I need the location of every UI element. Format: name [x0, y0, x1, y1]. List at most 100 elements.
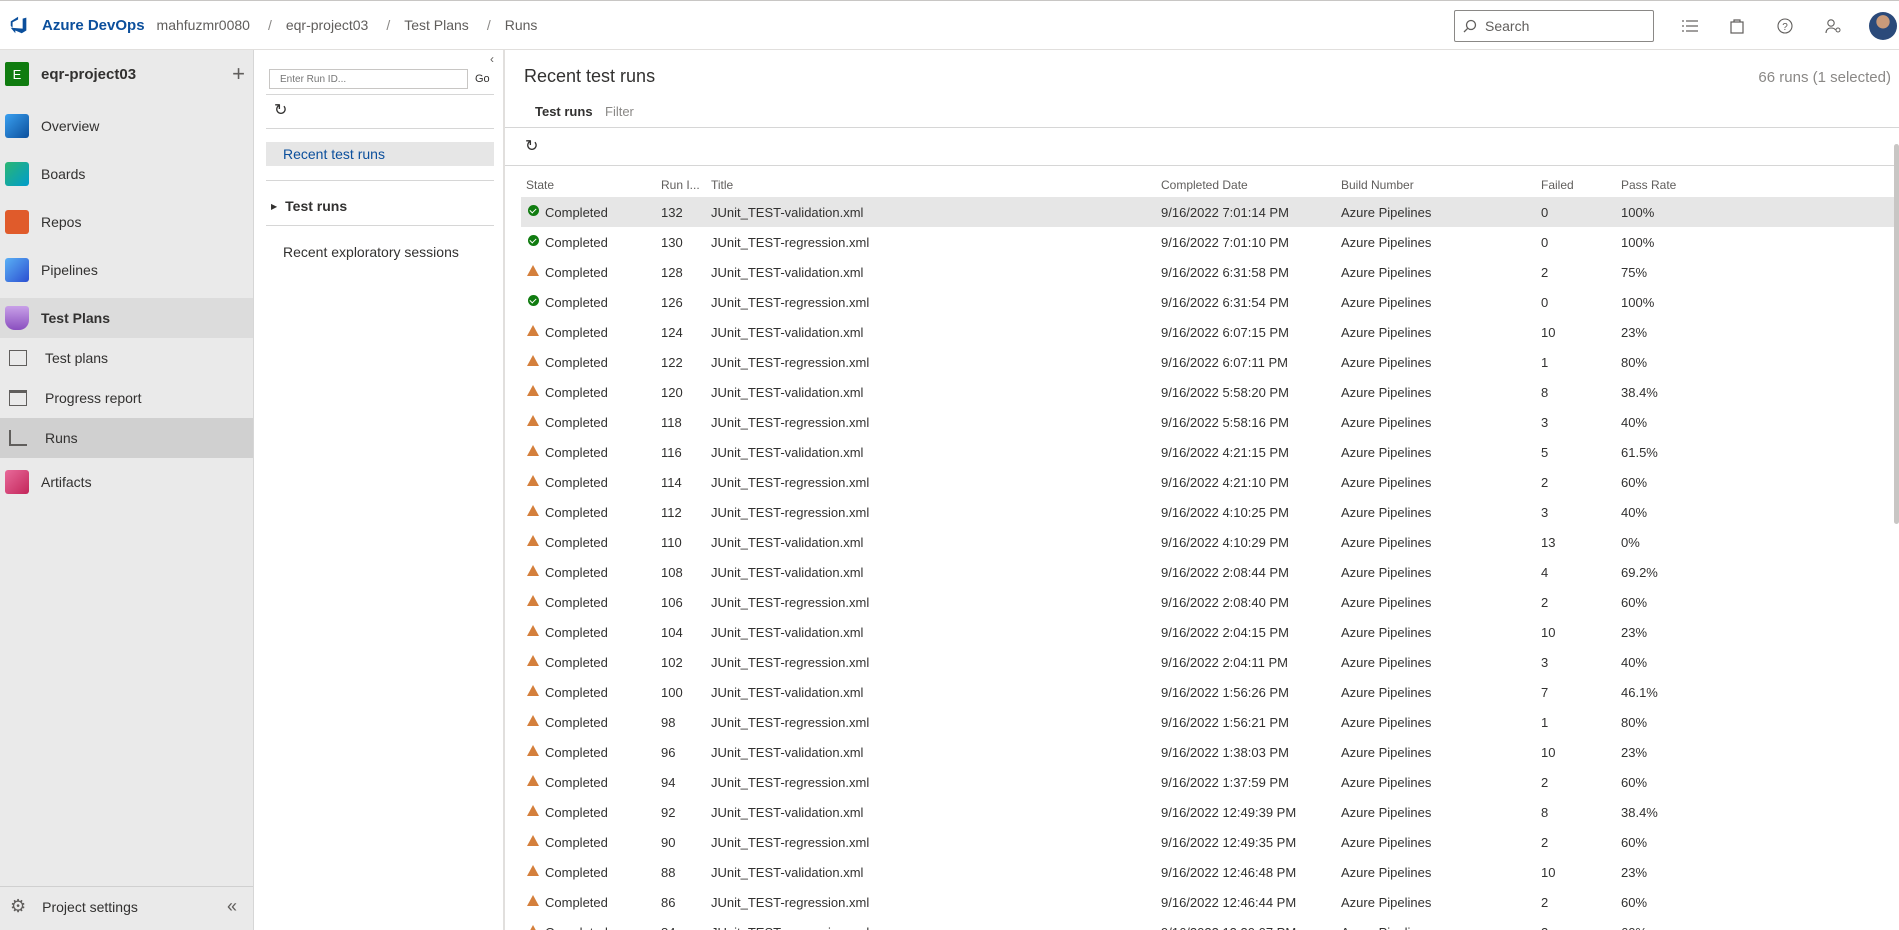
column-header-pass-rate[interactable]: Pass Rate [1621, 178, 1676, 192]
warning-triangle-icon [527, 325, 539, 336]
cell-state: Completed [545, 445, 608, 460]
cell-failed: 8 [1541, 805, 1549, 820]
table-row[interactable]: Completed 110 JUnit_TEST-validation.xml 9/1… [521, 527, 1894, 557]
cell-run-id: 132 [661, 205, 683, 220]
table-row[interactable]: Completed 98 JUnit_TEST-regression.xml 9/16… [521, 707, 1894, 737]
project-settings[interactable]: ⚙ Project settings « [0, 886, 253, 926]
sidebar-subitem-progress-report[interactable]: Progress report [0, 378, 253, 418]
table-row[interactable]: Completed 104 JUnit_TEST-validation.xml 9/1… [521, 617, 1894, 647]
table-row[interactable]: Completed 122 JUnit_TEST-regression.xml 9/1… [521, 347, 1894, 377]
sidebar-item-artifacts[interactable]: Artifacts [0, 462, 253, 502]
page-title: Recent test runs [524, 66, 656, 86]
expand-triangle-icon[interactable]: ▶ [271, 202, 277, 211]
cell-pass-rate: 100% [1621, 205, 1655, 220]
breadcrumb-org[interactable]: mahfuzmr0080 [157, 17, 250, 33]
table-row[interactable]: Completed 126 JUnit_TEST-regression.xml 9/1… [521, 287, 1894, 317]
cell-state: Completed [545, 685, 608, 700]
azure-devops-logo-icon[interactable] [8, 14, 30, 36]
sidebar-item-overview[interactable]: Overview [0, 106, 253, 146]
table-row[interactable]: Completed 92 JUnit_TEST-validation.xml 9/16… [521, 797, 1894, 827]
sidebar-item-boards[interactable]: Boards [0, 154, 253, 194]
column-header-run-id[interactable]: Run I... [661, 178, 700, 192]
table-row[interactable]: Completed 86 JUnit_TEST-regression.xml 9/16… [521, 887, 1894, 917]
sidebar-subitem-runs[interactable]: Runs [0, 418, 253, 458]
recent-exploratory-sessions-item[interactable]: Recent exploratory sessions [266, 240, 494, 264]
cell-title: JUnit_TEST-validation.xml [711, 865, 864, 880]
brand-name[interactable]: Azure DevOps [42, 17, 145, 34]
avatar[interactable] [1869, 12, 1897, 40]
tab-filter[interactable]: Filter [605, 104, 634, 119]
project-name[interactable]: eqr-project03 [41, 66, 136, 83]
work-items-list-icon[interactable] [1680, 16, 1700, 36]
sidebar-subitem-test-plans[interactable]: Test plans [0, 338, 253, 378]
project-header[interactable]: E eqr-project03 + [5, 62, 245, 86]
table-row[interactable]: Completed 116 JUnit_TEST-validation.xml 9/1… [521, 437, 1894, 467]
cell-state: Completed [545, 625, 608, 640]
sidebar-item-repos[interactable]: Repos [0, 202, 253, 242]
column-header-build-number[interactable]: Build Number [1341, 178, 1414, 192]
run-id-input[interactable] [269, 69, 468, 89]
sidebar-item-label: Repos [41, 214, 82, 230]
breadcrumb-test-plans[interactable]: Test Plans [404, 17, 469, 33]
cell-run-id: 108 [661, 565, 683, 580]
cell-pass-rate: 60% [1621, 925, 1647, 930]
table-row[interactable]: Completed 124 JUnit_TEST-validation.xml 9/1… [521, 317, 1894, 347]
column-header-title[interactable]: Title [711, 178, 733, 192]
table-row[interactable]: Completed 118 JUnit_TEST-regression.xml 9/1… [521, 407, 1894, 437]
cell-build-number: Azure Pipelines [1341, 235, 1432, 250]
table-row[interactable]: Completed 94 JUnit_TEST-regression.xml 9/16… [521, 767, 1894, 797]
table-row[interactable]: Completed 114 JUnit_TEST-regression.xml 9/1… [521, 467, 1894, 497]
cell-pass-rate: 80% [1621, 355, 1648, 370]
column-header-completed-date[interactable]: Completed Date [1161, 178, 1248, 192]
table-row[interactable]: Completed 100 JUnit_TEST-validation.xml 9/1… [521, 677, 1894, 707]
table-row[interactable]: Completed 130 JUnit_TEST-regression.xml 9/1… [521, 227, 1894, 257]
cell-build-number: Azure Pipelines [1341, 325, 1432, 340]
cell-run-id: 98 [661, 715, 676, 730]
refresh-icon[interactable]: ↻ [525, 136, 538, 156]
cell-completed-date: 9/16/2022 5:58:16 PM [1161, 415, 1289, 430]
test-plans-icon [5, 306, 29, 330]
refresh-icon[interactable]: ↻ [274, 100, 287, 120]
cell-run-id: 128 [661, 265, 683, 280]
table-row[interactable]: Completed 88 JUnit_TEST-validation.xml 9/16… [521, 857, 1894, 887]
progress-report-icon [9, 390, 27, 406]
recent-test-runs-item[interactable]: Recent test runs [266, 142, 494, 166]
table-row[interactable]: Completed 132 JUnit_TEST-validation.xml 9/1… [521, 197, 1894, 227]
table-row[interactable]: Completed 120 JUnit_TEST-validation.xml 9/1… [521, 377, 1894, 407]
column-header-failed[interactable]: Failed [1541, 178, 1574, 192]
column-header-state[interactable]: State [526, 178, 554, 192]
test-runs-tree-item[interactable]: ▶ Test runs [271, 198, 347, 214]
cell-run-id: 102 [661, 655, 683, 670]
user-settings-icon[interactable] [1823, 16, 1843, 36]
table-row[interactable]: Completed 90 JUnit_TEST-regression.xml 9/16… [521, 827, 1894, 857]
table-row[interactable]: Completed 96 JUnit_TEST-validation.xml 9/16… [521, 737, 1894, 767]
search-box[interactable]: Search [1454, 10, 1654, 42]
vertical-scrollbar[interactable] [1894, 144, 1899, 524]
help-icon[interactable]: ? [1775, 16, 1795, 36]
table-row[interactable]: Completed 84 JUnit_TEST-regression.xml 9/16… [521, 917, 1894, 930]
collapse-panel-icon[interactable]: ‹ [490, 52, 494, 66]
cell-pass-rate: 23% [1621, 745, 1648, 760]
table-row[interactable]: Completed 108 JUnit_TEST-validation.xml 9/1… [521, 557, 1894, 587]
cell-completed-date: 9/16/2022 1:38:03 PM [1161, 745, 1289, 760]
cell-run-id: 100 [661, 685, 683, 700]
warning-triangle-icon [527, 445, 539, 456]
breadcrumb-runs[interactable]: Runs [505, 17, 538, 33]
warning-triangle-icon [527, 895, 539, 906]
collapse-sidebar-icon[interactable]: « [227, 896, 237, 917]
marketplace-bag-icon[interactable] [1727, 16, 1747, 36]
cell-title: JUnit_TEST-regression.xml [711, 415, 870, 430]
go-button[interactable]: Go [475, 73, 490, 85]
sidebar-item-pipelines[interactable]: Pipelines [0, 250, 253, 290]
repos-icon [5, 210, 29, 234]
breadcrumb-separator: / [386, 17, 391, 33]
add-icon[interactable]: + [232, 62, 245, 86]
tab-test-runs[interactable]: Test runs [535, 104, 593, 119]
table-row[interactable]: Completed 112 JUnit_TEST-regression.xml 9/1… [521, 497, 1894, 527]
cell-run-id: 96 [661, 745, 676, 760]
breadcrumb-project[interactable]: eqr-project03 [286, 17, 369, 33]
table-row[interactable]: Completed 128 JUnit_TEST-validation.xml 9/1… [521, 257, 1894, 287]
table-row[interactable]: Completed 106 JUnit_TEST-regression.xml 9/1… [521, 587, 1894, 617]
sidebar-item-test-plans[interactable]: Test Plans [0, 298, 253, 338]
table-row[interactable]: Completed 102 JUnit_TEST-regression.xml 9/1… [521, 647, 1894, 677]
